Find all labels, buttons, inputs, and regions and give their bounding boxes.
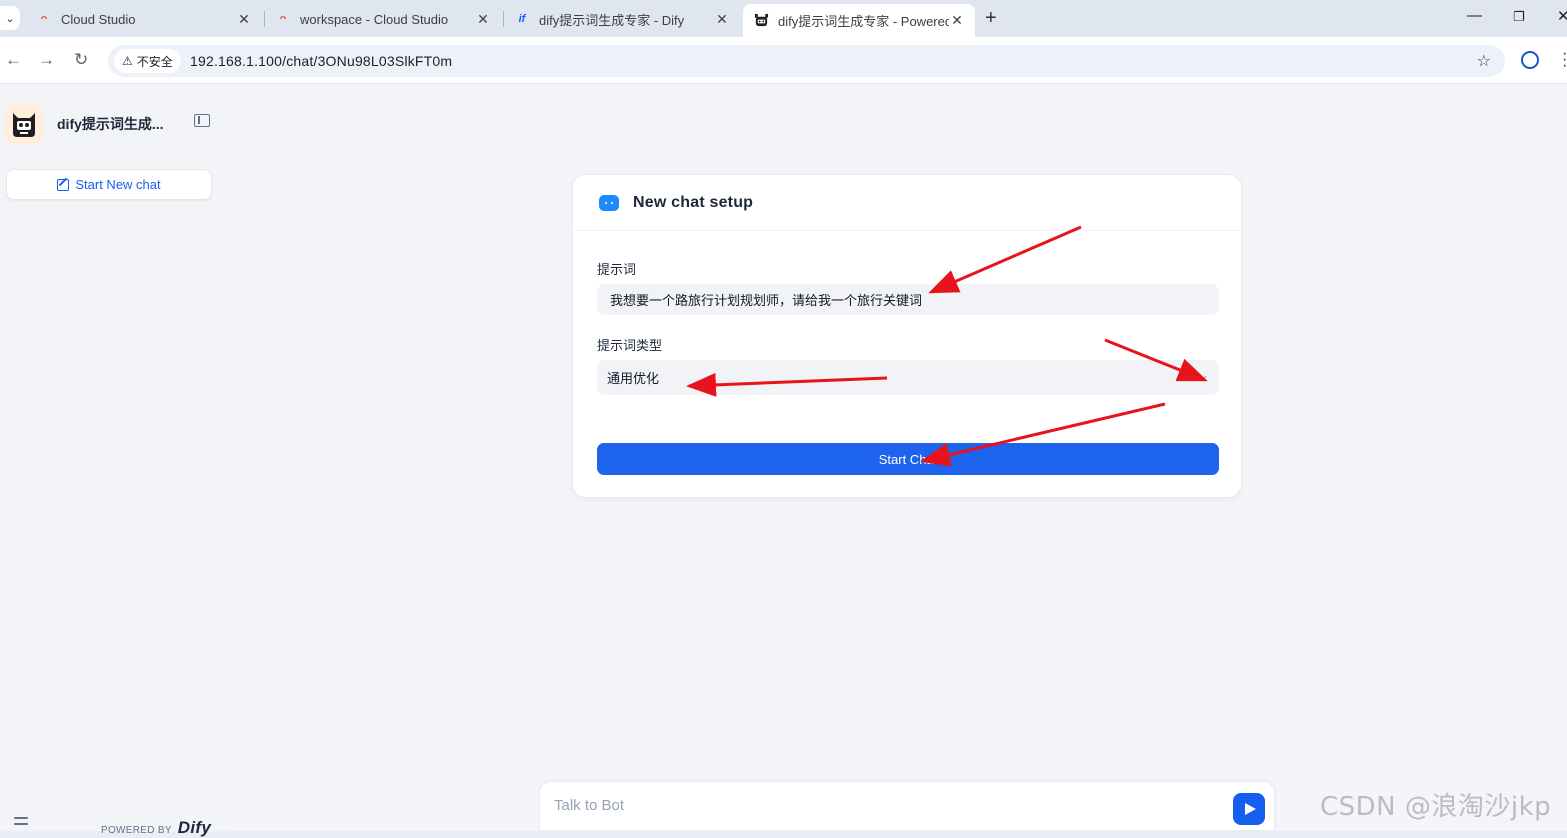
- close-tab-icon[interactable]: ✕: [949, 12, 965, 29]
- card-header: New chat setup: [573, 175, 1241, 231]
- main-area: New chat setup 提示词 我想要一个路旅行计划规划师，请给我一个旅行…: [233, 92, 1567, 831]
- robot-icon: [4, 104, 44, 144]
- forward-icon[interactable]: →: [38, 50, 55, 70]
- back-icon[interactable]: ←: [5, 50, 22, 70]
- chat-bubble-icon: [599, 194, 619, 211]
- dify-icon: if: [518, 13, 526, 25]
- sidebar: dify提示词生成... Start New chat POWERED BY D…: [0, 84, 233, 837]
- prompt-type-label: 提示词类型: [597, 338, 663, 353]
- app-header: dify提示词生成...: [4, 100, 229, 144]
- chevron-down-icon: [1196, 371, 1207, 382]
- tab-title: dify提示词生成专家 - Dify: [539, 12, 685, 28]
- browser-tab-cloud-studio[interactable]: ᴖ Cloud Studio ✕: [26, 4, 262, 34]
- warning-icon: ⚠: [122, 54, 133, 68]
- tab-title: Cloud Studio: [61, 11, 136, 27]
- browser-tab-strip: ⌄ ᴖ Cloud Studio ✕ ᴖ workspace - Cloud S…: [0, 0, 1567, 37]
- settings-sliders-icon[interactable]: [14, 817, 28, 831]
- restore-icon[interactable]: ❐: [1513, 9, 1525, 25]
- prompt-label: 提示词: [597, 262, 637, 277]
- new-tab-icon[interactable]: +: [985, 7, 997, 30]
- url-text[interactable]: 192.168.1.100/chat/3ONu98L03SlkFT0m: [190, 53, 452, 69]
- browser-menu-icon[interactable]: · · ·: [1562, 46, 1567, 74]
- prompt-type-value: 通用优化: [607, 371, 660, 386]
- chat-composer: [539, 781, 1275, 831]
- browser-tab-active[interactable]: dify提示词生成专家 - Powered ✕: [743, 4, 975, 37]
- chat-input[interactable]: [554, 797, 1194, 814]
- browser-toolbar: ← → ↻ ⚠ 不安全 192.168.1.100/chat/3ONu98L03…: [0, 37, 1567, 84]
- minimize-icon[interactable]: —: [1467, 7, 1482, 24]
- send-icon[interactable]: [1233, 793, 1265, 825]
- browser-tab-workspace[interactable]: ᴖ workspace - Cloud Studio ✕: [265, 4, 501, 34]
- collapse-sidebar-icon[interactable]: [194, 114, 210, 127]
- dify-webapp: dify提示词生成... Start New chat POWERED BY D…: [0, 84, 1567, 837]
- robot-icon: [753, 13, 769, 29]
- dify-logo: Dify: [177, 818, 212, 837]
- app-name: dify提示词生成...: [57, 116, 164, 132]
- reload-icon[interactable]: ↻: [74, 50, 88, 70]
- bookmark-star-icon[interactable]: ☆: [1477, 51, 1491, 71]
- start-new-chat-label: Start New chat: [75, 177, 161, 192]
- card-title: New chat setup: [633, 193, 754, 211]
- cloud-studio-icon: ᴖ: [279, 13, 287, 25]
- close-tab-icon[interactable]: ✕: [475, 11, 491, 28]
- prompt-input[interactable]: 我想要一个路旅行计划规划师，请给我一个旅行关键词: [597, 284, 1219, 315]
- start-chat-button[interactable]: Start Chat: [597, 443, 1219, 475]
- tab-search-chevron-icon[interactable]: ⌄: [0, 6, 20, 30]
- window-close-icon[interactable]: ✕: [1557, 7, 1567, 25]
- edit-icon: [57, 178, 70, 191]
- address-bar[interactable]: ⚠ 不安全 192.168.1.100/chat/3ONu98L03SlkFT0…: [108, 45, 1505, 77]
- close-tab-icon[interactable]: ✕: [714, 11, 730, 28]
- security-chip-label: 不安全: [136, 54, 173, 69]
- tab-title: dify提示词生成专家 - Powered: [778, 14, 949, 29]
- close-tab-icon[interactable]: ✕: [236, 11, 252, 28]
- prompt-type-select[interactable]: 通用优化: [597, 360, 1219, 395]
- tab-title: workspace - Cloud Studio: [300, 11, 449, 27]
- cloud-studio-icon: ᴖ: [40, 13, 48, 25]
- start-new-chat-button[interactable]: Start New chat: [6, 169, 212, 200]
- browser-tab-dify[interactable]: if dify提示词生成专家 - Dify ✕: [504, 4, 740, 34]
- security-chip[interactable]: ⚠ 不安全: [114, 49, 181, 73]
- powered-by: POWERED BY Dify: [101, 818, 211, 838]
- profile-icon[interactable]: [1521, 51, 1539, 69]
- csdn-watermark: CSDN @浪淘沙jkp: [1320, 792, 1552, 822]
- chat-setup-card: New chat setup 提示词 我想要一个路旅行计划规划师，请给我一个旅行…: [572, 174, 1242, 498]
